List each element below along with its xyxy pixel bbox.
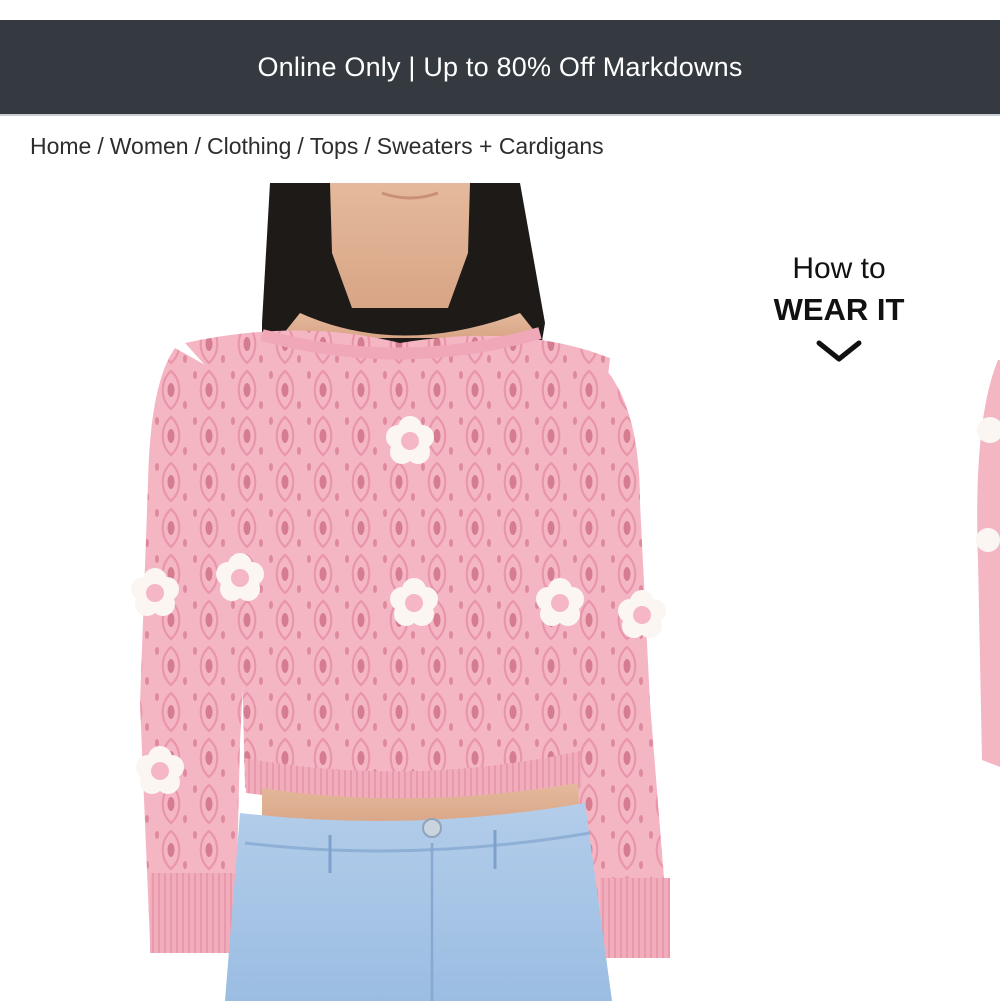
- breadcrumb-clothing[interactable]: Clothing: [207, 133, 291, 159]
- breadcrumb-separator: /: [364, 133, 371, 159]
- promo-banner[interactable]: Online Only | Up to 80% Off Markdowns: [0, 20, 1000, 114]
- breadcrumb-women[interactable]: Women: [110, 133, 189, 159]
- breadcrumb-separator: /: [297, 133, 304, 159]
- top-spacer: [0, 0, 1000, 20]
- how-to-wear-it-link[interactable]: How to WEAR IT: [760, 252, 918, 364]
- banner-divider: [0, 114, 1000, 116]
- breadcrumb-separator: /: [97, 133, 104, 159]
- how-to-label: How to: [792, 252, 886, 285]
- breadcrumb-tops[interactable]: Tops: [310, 133, 359, 159]
- promo-text: Online Only | Up to 80% Off Markdowns: [257, 51, 743, 82]
- breadcrumb-separator: /: [194, 133, 201, 159]
- breadcrumb: Home / Women / Clothing / Tops / Sweaters + Card…: [30, 133, 604, 160]
- chevron-down-icon: [816, 340, 862, 362]
- breadcrumb-sweaters-cardigans[interactable]: Sweaters + Cardigans: [377, 133, 604, 159]
- breadcrumb-home[interactable]: Home: [30, 133, 91, 159]
- wear-it-label: WEAR IT: [773, 292, 905, 327]
